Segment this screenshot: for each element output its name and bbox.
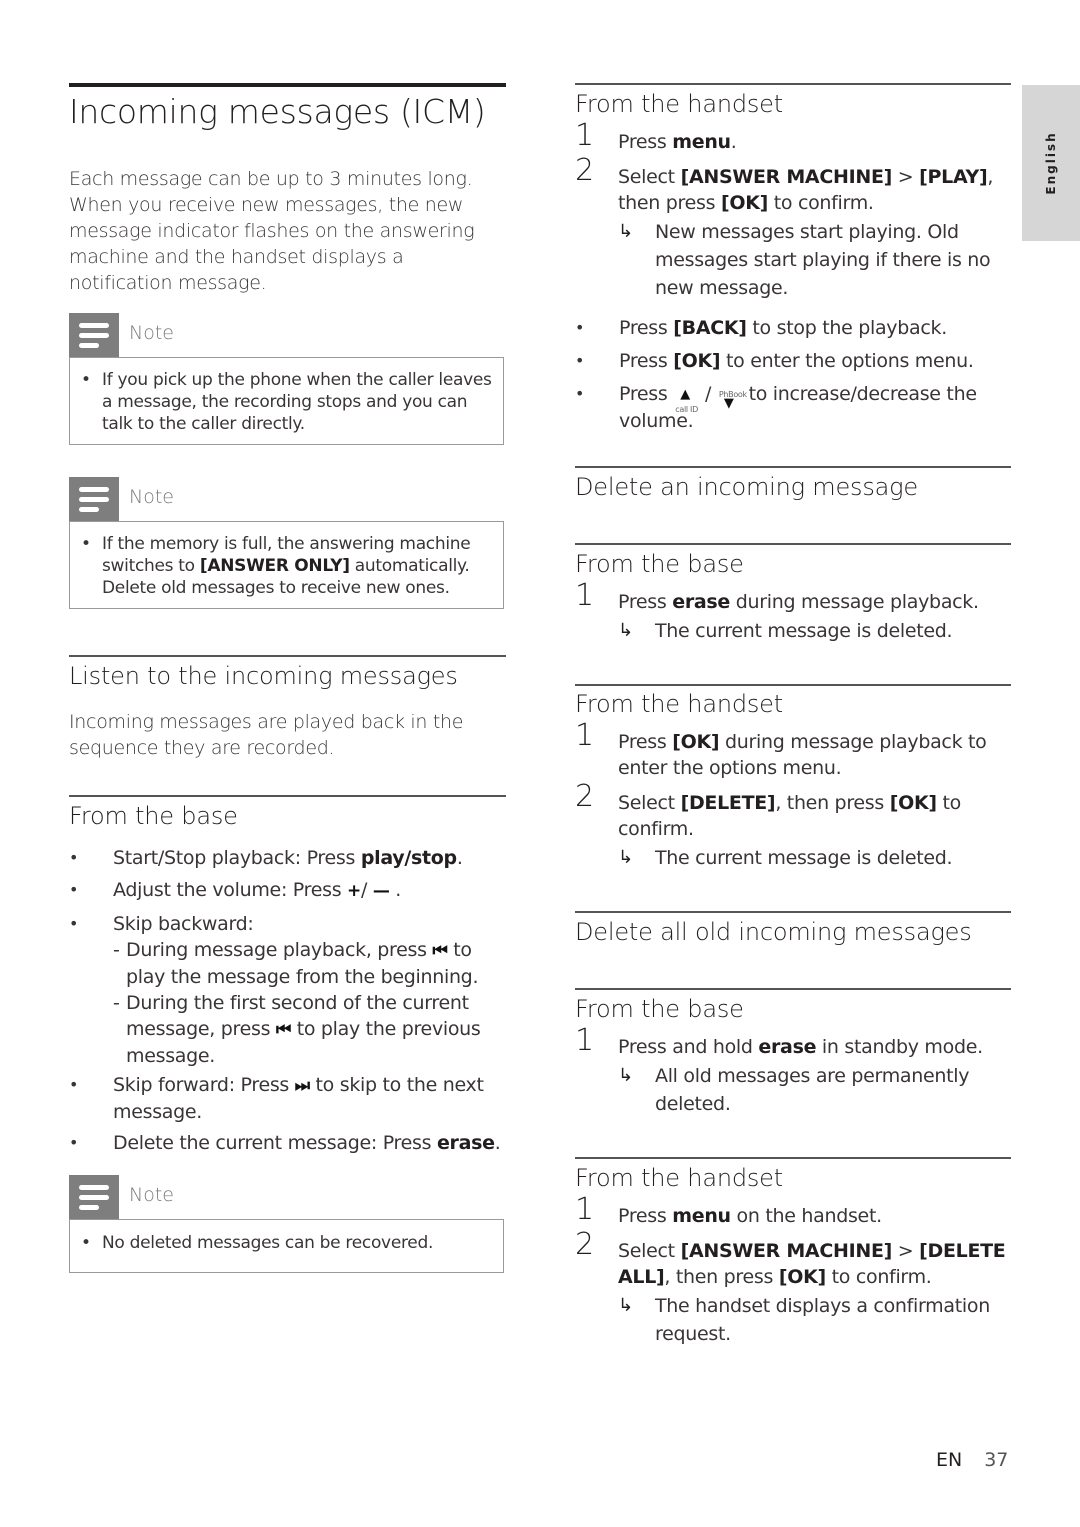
section-rule [575, 543, 1011, 545]
result-arrow-icon: ↳ [618, 1065, 633, 1086]
footer-language: EN [936, 1449, 963, 1471]
subsection-heading-from-base: From the base [69, 802, 238, 830]
subsection-heading-from-handset: From the handset [575, 690, 783, 718]
list-item: • Start/Stop playback: Press play/stop. [69, 847, 463, 869]
page-title: Incoming messages (ICM) [69, 92, 486, 131]
result-arrow-icon: ↳ [618, 620, 633, 641]
minus-icon: — [372, 881, 390, 901]
section-rule [575, 911, 1011, 913]
section-rule [575, 988, 1011, 990]
step-item: 1 Press [OK] during message playback to … [575, 718, 987, 780]
intro-paragraph: Each message can be up to 3 minutes long… [69, 168, 475, 294]
note-label: Note [129, 486, 174, 508]
list-item: • Skip backward: - During message playbac… [69, 913, 481, 1067]
language-tab-label: English [1044, 131, 1058, 195]
note-icon [69, 313, 119, 357]
page-footer: EN 37 [936, 1449, 1008, 1471]
plus-icon: + [347, 881, 361, 901]
skip-back-icon: ⏮ [275, 1020, 291, 1040]
section-rule [575, 83, 1011, 85]
skip-back-icon: ⏮ [432, 941, 448, 961]
section-heading-delete-all: Delete all old incoming messages [575, 918, 972, 946]
step-item: 1 Press menu on the handset. [575, 1192, 882, 1228]
list-item: • Press [BACK] to stop the playback. [575, 317, 947, 339]
step-item: 1 Press and hold erase in standby mode. … [575, 1023, 983, 1116]
list-item: • Skip forward: Press ⏭ to skip to the n… [69, 1074, 484, 1123]
title-rule [69, 83, 506, 87]
note-item: • No deleted messages can be recovered. [81, 1233, 434, 1253]
volume-down-key-icon: PhBook ▼ [718, 389, 747, 411]
note-header: Note [69, 1175, 506, 1219]
subsection-heading-from-base: From the base [575, 995, 744, 1023]
section-heading-delete-one: Delete an incoming message [575, 473, 918, 501]
note-item: • If the memory is full, the answering m… [81, 534, 471, 598]
note-icon [69, 477, 119, 521]
step-item: 2 Select [ANSWER MACHINE] > [DELETE ALL]… [575, 1227, 1006, 1346]
step-item: 1 Press menu. [575, 118, 737, 154]
subsection-heading-from-handset: From the handset [575, 90, 783, 118]
section-heading-listen: Listen to the incoming messages [69, 662, 458, 690]
list-item: • Delete the current message: Press eras… [69, 1132, 501, 1154]
list-item: • Press ▲ call ID / PhBook ▼ to increase/d… [575, 383, 977, 432]
result-arrow-icon: ↳ [618, 1295, 633, 1316]
note-box: • If you pick up the phone when the call… [69, 357, 504, 445]
language-tab: English [1022, 85, 1080, 241]
volume-up-key-icon: ▲ call ID [675, 386, 698, 414]
subsection-heading-from-handset: From the handset [575, 1164, 783, 1192]
note-box: • If the memory is full, the answering m… [69, 521, 504, 609]
step-item: 1 Press erase during message playback. ↳… [575, 581, 1011, 645]
section-rule [69, 795, 506, 797]
step-item: 2 Select [ANSWER MACHINE] > [PLAY], then… [575, 153, 994, 300]
note-icon [69, 1175, 119, 1219]
note-item: • If you pick up the phone when the call… [81, 370, 492, 434]
note-header: Note [69, 477, 506, 521]
list-item: • Press [OK] to enter the options menu. [575, 350, 974, 372]
section-rule [69, 655, 506, 657]
skip-forward-icon: ⏭ [294, 1076, 310, 1096]
page-number: 37 [984, 1449, 1009, 1471]
step-item: 2 Select [DELETE], then press [OK] to co… [575, 782, 1011, 872]
note-label: Note [129, 322, 174, 344]
list-item: • Adjust the volume: Press +/ — . [69, 879, 402, 901]
note-box: • No deleted messages can be recovered. [69, 1219, 504, 1273]
section-rule [575, 684, 1011, 686]
listen-paragraph: Incoming messages are played back in the… [69, 711, 464, 759]
result-arrow-icon: ↳ [618, 221, 633, 242]
result-arrow-icon: ↳ [618, 847, 633, 868]
section-rule [575, 466, 1011, 468]
section-rule [575, 1157, 1011, 1159]
note-label: Note [129, 1184, 174, 1206]
subsection-heading-from-base: From the base [575, 550, 744, 578]
note-header: Note [69, 313, 506, 357]
